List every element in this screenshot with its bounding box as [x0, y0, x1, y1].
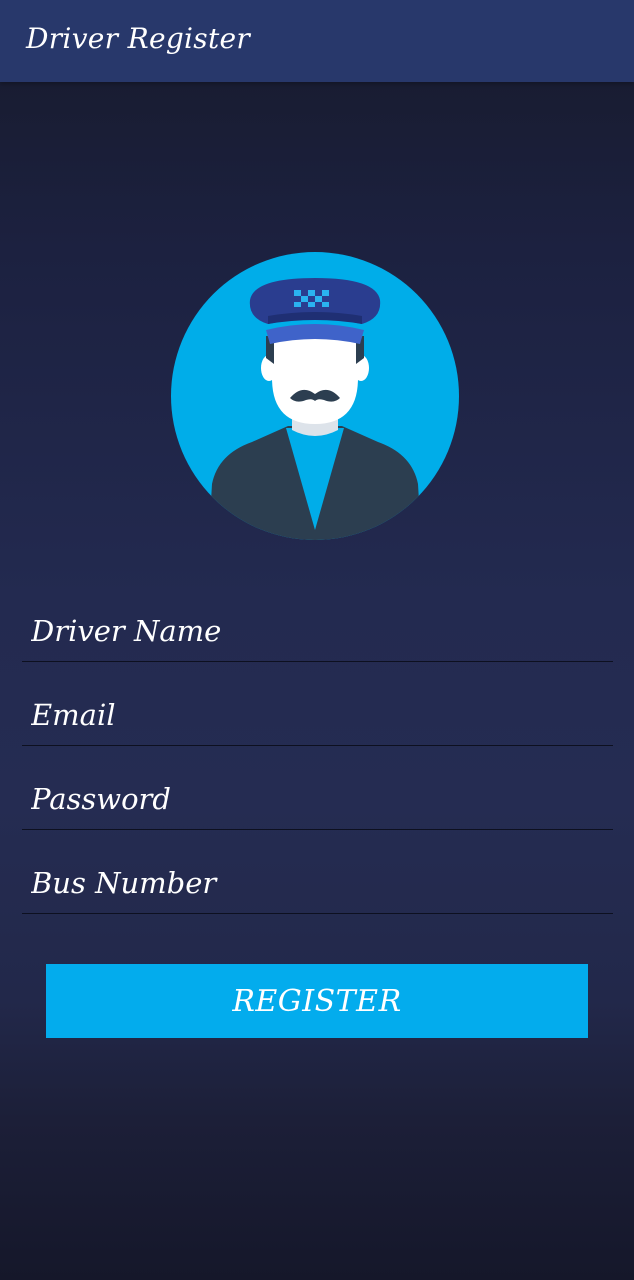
page-title: Driver Register: [26, 22, 251, 55]
password-input[interactable]: [22, 769, 613, 829]
bus-number-field[interactable]: [22, 853, 613, 914]
register-button[interactable]: REGISTER: [46, 964, 588, 1038]
driver-name-input[interactable]: [22, 601, 613, 661]
driver-avatar-icon: [171, 252, 459, 540]
email-input[interactable]: [22, 685, 613, 745]
email-field[interactable]: [22, 685, 613, 746]
password-field[interactable]: [22, 769, 613, 830]
app-bar: Driver Register: [0, 0, 634, 82]
driver-name-field[interactable]: [22, 601, 613, 662]
bus-number-input[interactable]: [22, 853, 613, 913]
